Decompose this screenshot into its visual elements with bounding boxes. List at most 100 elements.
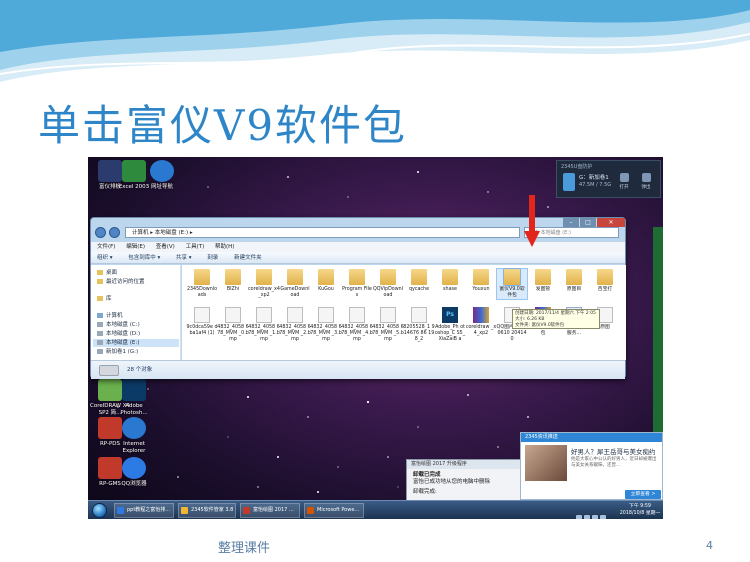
taskbar-clock[interactable]: 下午 9:59 2018/10/8 星期一 [618, 503, 662, 517]
taskbar-item[interactable]: 2345软件管家 3.8 [178, 503, 236, 518]
minimize-button[interactable]: – [563, 218, 579, 227]
slide-footer: 整理课件 [218, 541, 271, 556]
library-icon [97, 296, 103, 301]
file-item[interactable]: coreldraw_x4_xp2 [248, 269, 280, 299]
maximize-button[interactable]: □ [580, 218, 596, 227]
news-headline[interactable]: 好男人？犀王岳哥与美女痴约 [571, 446, 656, 456]
desktop-icon[interactable]: Adobe Photosh... [112, 379, 156, 417]
red-down-arrow-icon [524, 195, 540, 247]
burn-button[interactable]: 刻录 [207, 255, 218, 261]
file-item[interactable]: coreldraw _x4_xp2 [465, 307, 497, 337]
address-bar[interactable]: 计算机 ▸ 本地磁盘 (E:) ▸ [125, 227, 520, 238]
taskbar-item[interactable]: ppt教程之富怡排... [114, 503, 174, 518]
file-item[interactable]: 4832_4058 678_MVM _4.bmp [341, 307, 373, 343]
taskbar-item[interactable]: Microsoft Powe... [304, 503, 364, 518]
ie-icon [150, 160, 174, 182]
tray-icon[interactable] [576, 515, 582, 519]
file-item[interactable]: Youxun [465, 269, 497, 293]
folder-icon [566, 269, 582, 285]
volume-icon[interactable] [592, 515, 598, 519]
menu-view[interactable]: 查看(V) [156, 244, 175, 250]
menu-edit[interactable]: 编辑(E) [126, 244, 145, 250]
usb-drive-popup: 2345U盘防护 G：新加卷1 47.5M / 7.5G 打开 弹出 [556, 160, 661, 198]
share-button[interactable]: 共享 ▾ [176, 255, 192, 261]
system-tray [576, 506, 614, 519]
nav-library[interactable]: 库 [97, 295, 112, 303]
start-button[interactable] [92, 503, 107, 518]
nav-recent[interactable]: 最近访问的位置 [97, 278, 145, 286]
file-item[interactable]: QQVipDownload [372, 269, 404, 299]
open-icon [619, 173, 629, 182]
folder-icon [97, 270, 103, 275]
file-item[interactable]: 8205528_1 914676 86 198_2 [403, 307, 435, 343]
organize-button[interactable]: 组织 ▾ [97, 255, 113, 261]
nav-drive-c[interactable]: 本地磁盘 (C:) [97, 321, 140, 329]
desktop-icon[interactable]: Internet Explorer [112, 417, 156, 455]
tray-icon[interactable] [584, 515, 590, 519]
usb-eject-button[interactable]: 弹出 [639, 173, 653, 190]
menu-help[interactable]: 帮助(H) [215, 244, 234, 250]
image-file-icon [194, 307, 210, 323]
file-item[interactable]: Program Files [341, 269, 373, 299]
file-item[interactable]: qycache [403, 269, 435, 293]
nav-computer[interactable]: 计算机 [97, 312, 123, 320]
usb-open-button[interactable]: 打开 [617, 173, 631, 190]
folder-icon [380, 269, 396, 285]
folder-icon [535, 269, 551, 285]
folder-icon [97, 279, 103, 284]
fuyi-v9-package-folder[interactable]: 富仪V9.0软件包 [496, 268, 528, 300]
new-folder-button[interactable]: 新建文件夹 [234, 255, 262, 261]
file-item[interactable]: 4832_4058 678_MVM _3.bmp [310, 307, 342, 343]
folder-icon [194, 269, 210, 285]
notification-header: 2345资讯推送 [521, 433, 662, 442]
forward-button[interactable] [109, 227, 120, 238]
file-item[interactable]: 4832_4058 678_MVM _1.bmp [248, 307, 280, 343]
image-file-icon [318, 307, 334, 323]
explorer-window: 计算机 ▸ 本地磁盘 (E:) ▸ 搜索 本地磁盘 (E:) – □ ✕ 文件(… [90, 217, 626, 379]
file-item[interactable]: 百宝打 [589, 269, 621, 293]
folder-icon [256, 269, 272, 285]
file-item[interactable]: 9c0dca59e dba1af4 (1) [186, 307, 218, 337]
folder-icon [411, 269, 427, 285]
command-bar: 组织 ▾ 包含到库中 ▾ 共享 ▾ 刻录 新建文件夹 [91, 252, 625, 264]
folder-tooltip: 创建日期: 2017/11/4 星期六 下午 2:05 大小: 6.26 KB … [512, 309, 600, 329]
file-item[interactable]: 4832_4058 678_MVM _2.bmp [279, 307, 311, 343]
menu-tools[interactable]: 工具(T) [186, 244, 205, 250]
eject-icon [641, 173, 651, 182]
nav-drive-e[interactable]: 本地磁盘 (E:) [93, 339, 179, 347]
file-item[interactable]: shase [434, 269, 466, 293]
navigation-pane: 桌面 最近访问的位置 库 计算机 本地磁盘 (C:) 本地磁盘 (D:) 本地磁… [91, 265, 181, 360]
file-item[interactable]: 原图目 [558, 269, 590, 293]
desktop-icon[interactable]: QQ浏览器 [112, 457, 156, 488]
close-button[interactable]: ✕ [597, 218, 625, 227]
file-item[interactable]: 4832_4058 678_MVM _5.bmp [372, 307, 404, 343]
view-now-button[interactable]: 立即查看 > [625, 490, 661, 499]
file-item[interactable]: 2345Downloads [186, 269, 218, 299]
drive-icon [97, 340, 103, 345]
file-item[interactable]: Ps Adobe_Ph otoshop_C S5_XiaZaiB a [434, 307, 466, 343]
nav-desktop[interactable]: 桌面 [97, 269, 117, 277]
file-item[interactable]: BIZhi [217, 269, 249, 293]
nav-drive-d[interactable]: 本地磁盘 (D:) [97, 330, 140, 338]
news-notification: 2345资讯推送 好男人？犀王岳哥与美女痴约 他是大家心中公认的好男人，近日却被… [520, 432, 663, 500]
file-item[interactable]: KuGou [310, 269, 342, 293]
drive-icon [97, 322, 103, 327]
desktop-screenshot: 富仪排板 Excel 2003 网址导航 CorelDRAW X4 SP2 简.… [88, 157, 663, 519]
file-item[interactable]: 发图管 [527, 269, 559, 293]
menu-file[interactable]: 文件(F) [97, 244, 115, 250]
network-icon[interactable] [600, 515, 606, 519]
file-item[interactable]: GameDownload [279, 269, 311, 299]
folder-icon [442, 269, 458, 285]
back-button[interactable] [95, 227, 106, 238]
folder-icon [473, 269, 489, 285]
usb-popup-header: 2345U盘防护 [561, 164, 593, 170]
desktop-icon[interactable]: 网址导航 [140, 160, 184, 191]
nav-drive-g[interactable]: 新加卷1 (G:) [97, 348, 138, 356]
image-file-icon [256, 307, 272, 323]
taskbar-item[interactable]: 富怡绘图 2017 ... [240, 503, 300, 518]
file-item[interactable]: 4832_4058 678_MVM _0.bmp [217, 307, 249, 343]
news-thumbnail[interactable] [525, 445, 567, 481]
image-file-icon [287, 307, 303, 323]
folder-icon [503, 268, 521, 286]
include-library-button[interactable]: 包含到库中 ▾ [128, 255, 160, 261]
